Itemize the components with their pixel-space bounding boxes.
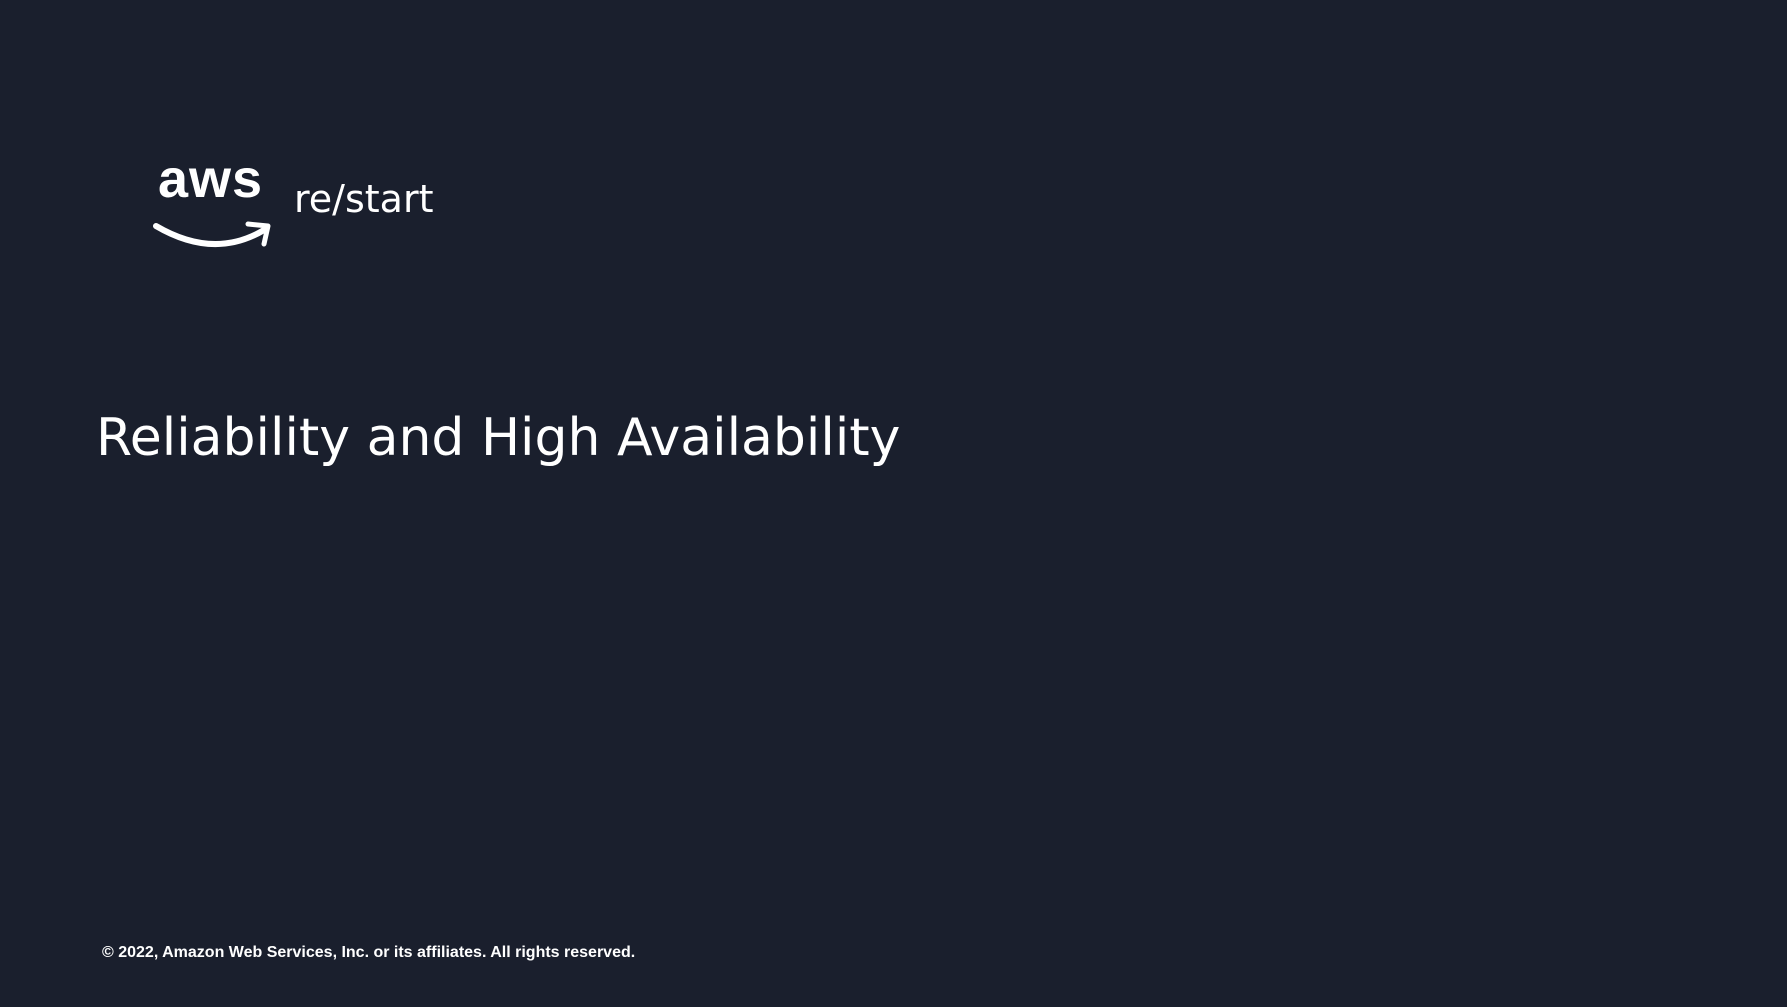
aws-wordmark: aws bbox=[158, 149, 264, 209]
copyright-notice: © 2022, Amazon Web Services, Inc. or its… bbox=[102, 944, 636, 961]
restart-wordmark: re/start bbox=[294, 177, 434, 221]
amazon-smile-arrow-icon bbox=[153, 221, 271, 248]
slide-title: Reliability and High Availability bbox=[96, 408, 901, 468]
aws-restart-logo: aws re/start bbox=[152, 152, 434, 258]
title-slide: aws re/start Reliability and High Availa… bbox=[0, 0, 1787, 1007]
